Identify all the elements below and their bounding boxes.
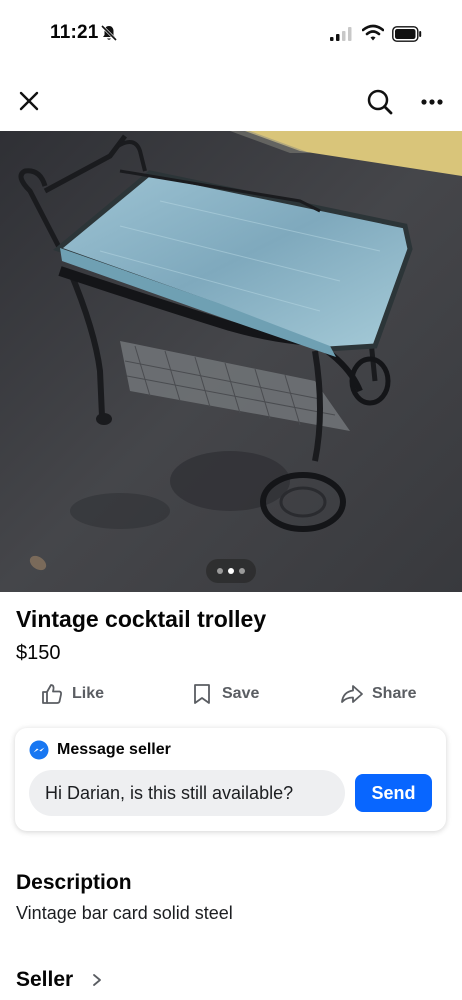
search-button[interactable] bbox=[362, 84, 398, 120]
listing-price: $150 bbox=[16, 642, 61, 664]
carousel-dot bbox=[239, 568, 245, 574]
description-text: Vintage bar card solid steel bbox=[16, 903, 233, 923]
carousel-indicator bbox=[206, 559, 256, 583]
seller-row[interactable]: Seller bbox=[16, 968, 103, 992]
carousel-dot-active bbox=[228, 568, 234, 574]
cellular-signal-icon bbox=[330, 27, 352, 41]
chevron-right-icon bbox=[93, 974, 102, 986]
message-seller-card: Message seller Send bbox=[15, 728, 446, 831]
message-input[interactable] bbox=[29, 770, 345, 816]
action-row: Like Save Share bbox=[0, 676, 462, 712]
listing-photo[interactable] bbox=[0, 131, 462, 592]
close-icon bbox=[19, 91, 39, 111]
close-button[interactable] bbox=[12, 84, 46, 118]
message-seller-heading: Message seller bbox=[57, 741, 171, 758]
send-button[interactable]: Send bbox=[355, 774, 432, 812]
listing-title: Vintage cocktail trolley bbox=[16, 606, 267, 632]
description-heading: Description bbox=[16, 871, 132, 894]
like-label: Like bbox=[72, 685, 105, 702]
wifi-icon bbox=[362, 24, 384, 41]
like-button[interactable]: Like bbox=[40, 676, 104, 712]
messenger-icon bbox=[29, 740, 49, 760]
seller-heading: Seller bbox=[16, 968, 74, 991]
more-icon bbox=[421, 99, 443, 105]
save-button[interactable]: Save bbox=[190, 676, 259, 712]
nav-bar bbox=[0, 78, 462, 124]
bookmark-icon bbox=[194, 684, 210, 704]
carousel-dot bbox=[217, 568, 223, 574]
search-icon bbox=[367, 89, 393, 115]
bell-slash-icon bbox=[100, 24, 118, 42]
message-seller-header: Message seller bbox=[29, 740, 171, 760]
battery-icon bbox=[392, 26, 422, 42]
more-options-button[interactable] bbox=[414, 84, 450, 120]
listing-photo-image bbox=[0, 131, 462, 592]
share-label: Share bbox=[372, 685, 417, 702]
status-time: 11:21 bbox=[50, 22, 99, 43]
thumbs-up-icon bbox=[42, 684, 62, 704]
share-button[interactable]: Share bbox=[340, 676, 416, 712]
save-label: Save bbox=[222, 685, 260, 702]
status-bar: 11:21 bbox=[0, 0, 462, 66]
share-icon bbox=[341, 685, 363, 703]
